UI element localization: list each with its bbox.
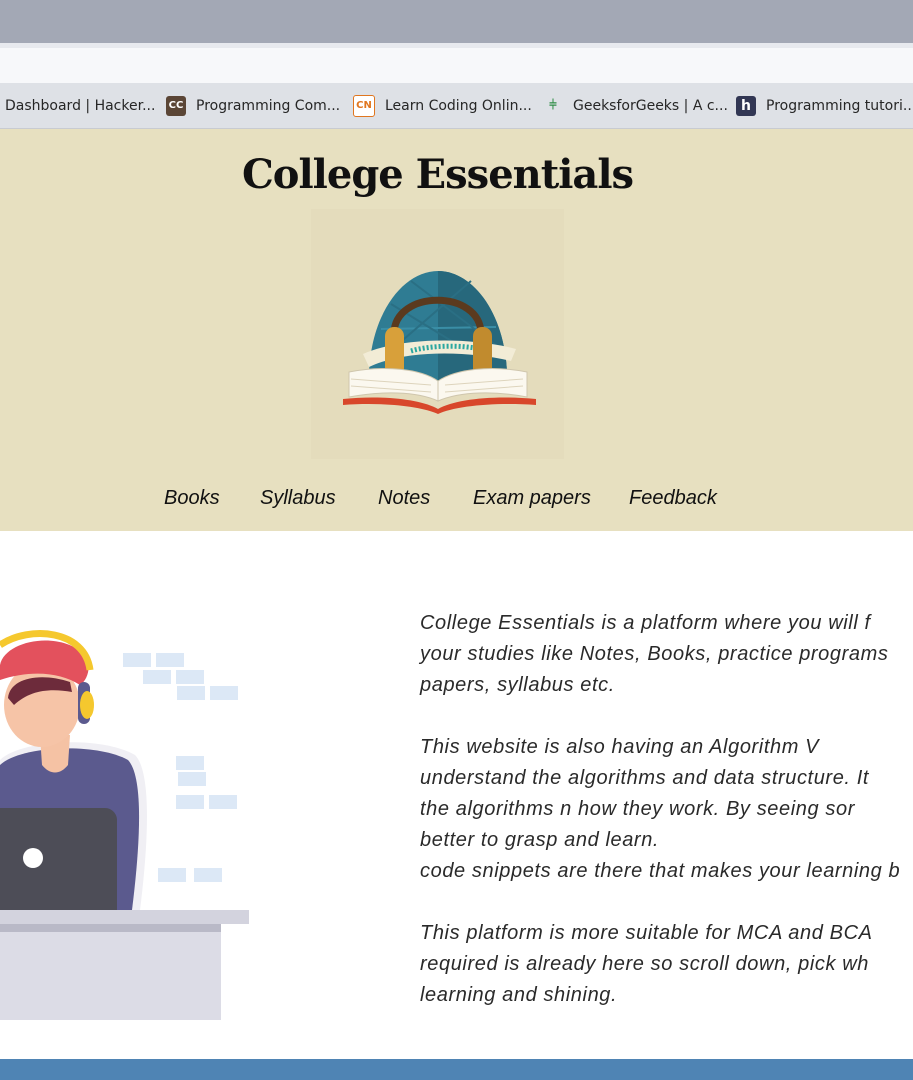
address-bar[interactable]	[0, 48, 913, 83]
student-with-laptop-illustration-icon	[0, 630, 249, 1020]
bookmark-label: Programming tutori...	[766, 97, 913, 114]
browser-title-bar	[0, 0, 913, 43]
about-line: learning and shining.	[420, 984, 618, 1006]
about-line: required is already here so scroll down,…	[420, 953, 869, 975]
bookmark-geeksforgeeks[interactable]: ⫩ GeeksforGeeks | A c...	[543, 83, 728, 128]
nav-exam-papers[interactable]: Exam papers	[473, 487, 591, 510]
about-line: your studies like Notes, Books, practice…	[420, 643, 889, 665]
bookmarks-bar: Dashboard | Hacker... CC Programming Com…	[0, 83, 913, 129]
about-line: code snippets are there that makes your …	[420, 860, 901, 882]
site-title: College Essentials	[241, 151, 634, 198]
site-logo	[311, 209, 564, 459]
codechef-icon: CC	[166, 95, 186, 116]
coding-ninjas-icon: CN	[353, 94, 375, 117]
graduation-book-logo-icon	[343, 271, 536, 414]
bookmark-hackerrank[interactable]: Dashboard | Hacker...	[5, 83, 155, 128]
bookmark-label: Learn Coding Onlin...	[385, 97, 532, 114]
about-line: the algorithms n how they work. By seein…	[420, 798, 855, 820]
geeksforgeeks-icon: ⫩	[549, 98, 557, 113]
hackerearth-icon: h	[736, 95, 756, 116]
bookmark-label: Dashboard | Hacker...	[5, 97, 156, 114]
about-line: This website is also having an Algorithm…	[420, 736, 820, 758]
about-line: papers, syllabus etc.	[420, 674, 615, 696]
bookmark-codechef[interactable]: CC Programming Com...	[166, 83, 340, 128]
bookmark-coding-ninjas[interactable]: CN Learn Coding Onlin...	[353, 83, 532, 128]
student-illustration	[0, 570, 260, 1030]
bookmark-hackerearth[interactable]: h Programming tutori...	[736, 83, 913, 128]
about-line: College Essentials is a platform where y…	[420, 612, 871, 634]
about-section: College Essentials is a platform where y…	[420, 608, 913, 1011]
nav-notes[interactable]: Notes	[378, 487, 430, 510]
nav-feedback[interactable]: Feedback	[629, 487, 717, 510]
main-nav: Books Syllabus Notes Exam papers Feedbac…	[0, 487, 913, 517]
about-line: understand the algorithms and data struc…	[420, 767, 870, 789]
footer-bar	[0, 1059, 913, 1080]
bookmark-label: GeeksforGeeks | A c...	[573, 97, 728, 114]
bookmark-label: Programming Com...	[196, 97, 341, 114]
site-header: College Essentials Books Syllabus Notes …	[0, 129, 913, 531]
about-line: This platform is more suitable for MCA a…	[420, 922, 873, 944]
nav-syllabus[interactable]: Syllabus	[260, 487, 336, 510]
nav-books[interactable]: Books	[164, 487, 220, 510]
about-line: better to grasp and learn.	[420, 829, 660, 851]
